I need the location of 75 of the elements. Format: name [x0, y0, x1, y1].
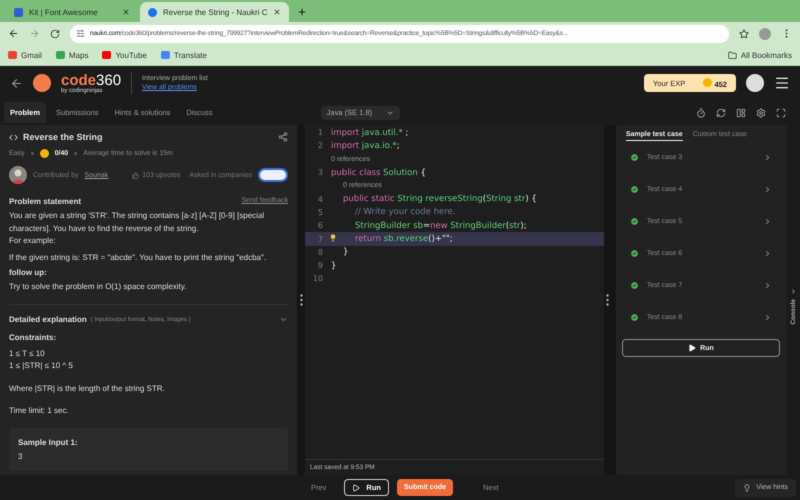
avatar-icon — [9, 166, 27, 184]
menu-icon[interactable] — [774, 75, 790, 91]
bookmark-link[interactable]: YouTube — [102, 50, 147, 60]
bookmark-star-icon[interactable] — [739, 28, 749, 38]
line-number: 6 — [316, 221, 324, 230]
new-tab-icon[interactable] — [297, 7, 308, 17]
statement-text: You are given a string 'STR'. The string contains [a-z] [A-Z] [0-9] [special characters]. You have to find the reverse of the string. — [9, 210, 266, 235]
reset-icon[interactable] — [716, 108, 726, 118]
browser-tab[interactable]: Reverse the String - Naukri C — [140, 2, 290, 22]
code-text: } — [343, 247, 348, 258]
line-number: 8 — [316, 248, 324, 257]
code-text: } — [331, 260, 336, 271]
description-text: Where |STR| is the length of the string STR. — [9, 382, 166, 395]
drag-handle-icon[interactable] — [300, 294, 303, 306]
favicon-icon — [148, 8, 157, 16]
lightbulb-icon — [743, 484, 752, 492]
chevron-right-icon — [790, 288, 797, 296]
close-icon[interactable] — [273, 8, 282, 16]
section-heading: follow up: — [9, 268, 47, 277]
bookmarks-folder[interactable]: All Bookmarks — [728, 50, 792, 60]
reload-icon[interactable] — [50, 28, 60, 38]
followup-text: Try to solve the problem in O(1) space complexity. — [9, 281, 188, 293]
problem-title: Reverse the String — [23, 132, 104, 142]
lightbulb-icon[interactable] — [329, 234, 338, 242]
constraint-text: 1 ≤ |STR| ≤ 10 ^ 5 — [9, 360, 74, 372]
example-text: If the given string is: STR = "abcde". You have to print the string "edcba". — [9, 252, 268, 264]
code-text: StringBuilder sb=new StringBuilder(str); — [355, 220, 527, 231]
line-number: 5 — [316, 208, 324, 217]
line-number: 3 — [316, 168, 324, 178]
coin-icon — [40, 148, 49, 158]
settings-icon[interactable] — [756, 108, 766, 118]
line-number: 4 — [316, 194, 324, 204]
sample-text: 3 — [18, 450, 24, 462]
line-number: 1 — [316, 128, 324, 138]
timer-icon[interactable] — [696, 108, 706, 118]
section-heading: Problem statement — [9, 197, 82, 206]
chevron-icon[interactable] — [279, 315, 288, 324]
code-text: import java.io.*; — [331, 140, 400, 151]
bookmark-link[interactable]: Gmail — [8, 50, 42, 60]
logo-icon — [33, 74, 51, 92]
company-logos-icon — [258, 168, 288, 182]
close-icon[interactable] — [122, 8, 130, 16]
statement-text: For example: — [9, 235, 57, 247]
browser-tab[interactable]: Kit | Font Awesome — [6, 2, 138, 22]
drag-handle-icon[interactable] — [606, 294, 610, 306]
code-icon — [9, 132, 18, 142]
site-settings-icon[interactable] — [76, 29, 85, 38]
line-number: 7 — [316, 234, 324, 244]
time-limit-text: Time limit: 1 sec. — [9, 405, 70, 417]
line-number: 9 — [316, 261, 324, 270]
play-icon — [352, 484, 360, 492]
line-number: 10 — [312, 274, 324, 284]
layout-icon[interactable] — [736, 108, 746, 118]
logo-text: code360 — [61, 72, 122, 88]
folder-icon — [728, 50, 737, 60]
play-icon — [688, 344, 696, 352]
section-heading: Constraints: — [9, 332, 56, 342]
section-heading: Detailed explanation — [9, 315, 87, 324]
code-text: return sb.reverse()+""; — [355, 234, 453, 244]
code-text: import java.util.* ; — [331, 128, 408, 138]
section-heading: Sample Input 1: — [18, 438, 78, 446]
share-icon[interactable] — [278, 132, 288, 142]
bookmark-link[interactable]: Maps — [56, 50, 88, 60]
profile-avatar[interactable] — [746, 74, 764, 92]
fullscreen-icon[interactable] — [776, 108, 786, 118]
favicon-icon — [14, 8, 23, 16]
code-text: // Write your code here. — [355, 207, 456, 218]
upvote-icon — [132, 172, 140, 178]
back-icon[interactable] — [8, 28, 19, 39]
constraint-text: 1 ≤ T ≤ 10 — [9, 348, 46, 360]
code-text: public static String reverseString(String str) { — [343, 194, 537, 204]
back-icon[interactable] — [10, 76, 23, 90]
bookmark-link[interactable]: Translate — [160, 50, 207, 60]
line-number: 2 — [316, 141, 324, 150]
code-text: public class Solution { — [331, 168, 426, 178]
